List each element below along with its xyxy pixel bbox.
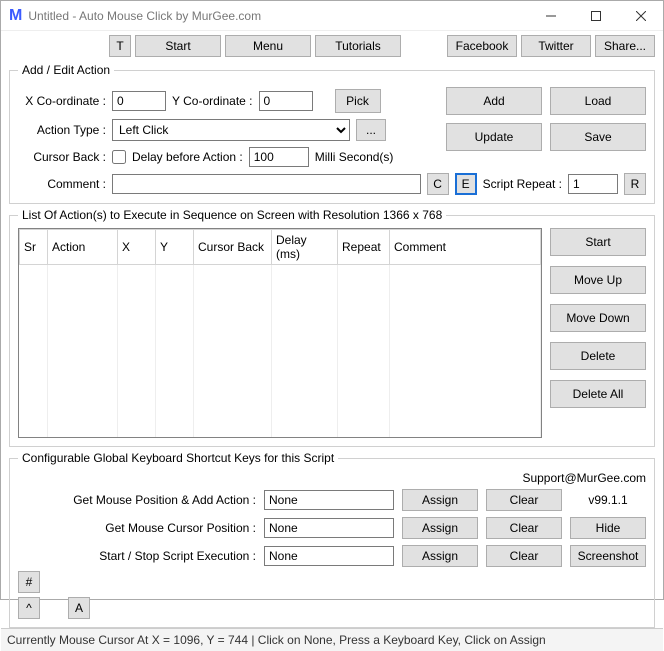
script-repeat-input[interactable] — [568, 174, 618, 194]
y-coord-label: Y Co-ordinate : — [172, 94, 253, 108]
twitter-button[interactable]: Twitter — [521, 35, 591, 57]
shortcut2-label: Get Mouse Cursor Position : — [18, 521, 256, 535]
e-button[interactable]: E — [455, 173, 477, 195]
t-button[interactable]: T — [109, 35, 131, 57]
moveup-button[interactable]: Move Up — [550, 266, 646, 294]
add-edit-fieldset: Add / Edit Action X Co-ordinate : Y Co-o… — [9, 63, 655, 204]
shortcut2-input[interactable] — [264, 518, 394, 538]
table-row[interactable] — [20, 287, 541, 309]
col-comment[interactable]: Comment — [390, 230, 541, 265]
more-button[interactable]: ... — [356, 119, 386, 141]
clear2-button[interactable]: Clear — [486, 517, 562, 539]
comment-input[interactable] — [112, 174, 421, 194]
pick-button[interactable]: Pick — [335, 89, 381, 113]
shortcuts-legend: Configurable Global Keyboard Shortcut Ke… — [18, 451, 338, 465]
c-button[interactable]: C — [427, 173, 449, 195]
titlebar: M Untitled - Auto Mouse Click by MurGee.… — [1, 1, 663, 31]
maximize-button[interactable] — [573, 1, 618, 31]
col-y[interactable]: Y — [156, 230, 194, 265]
cursor-back-checkbox[interactable] — [112, 150, 126, 164]
table-row[interactable] — [20, 331, 541, 353]
col-repeat[interactable]: Repeat — [338, 230, 390, 265]
assign3-button[interactable]: Assign — [402, 545, 478, 567]
load-button[interactable]: Load — [550, 87, 646, 115]
list-legend: List Of Action(s) to Execute in Sequence… — [18, 208, 446, 222]
list-fieldset: List Of Action(s) to Execute in Sequence… — [9, 208, 655, 447]
shortcut1-input[interactable] — [264, 490, 394, 510]
save-button[interactable]: Save — [550, 123, 646, 151]
action-type-label: Action Type : — [18, 123, 106, 137]
table-row[interactable] — [20, 309, 541, 331]
table-row[interactable] — [20, 375, 541, 397]
table-row[interactable] — [20, 419, 541, 439]
shortcuts-fieldset: Configurable Global Keyboard Shortcut Ke… — [9, 451, 655, 628]
comment-label: Comment : — [18, 177, 106, 191]
share-button[interactable]: Share... — [595, 35, 655, 57]
version-label: v99.1.1 — [570, 493, 646, 507]
clear3-button[interactable]: Clear — [486, 545, 562, 567]
col-x[interactable]: X — [118, 230, 156, 265]
add-button[interactable]: Add — [446, 87, 542, 115]
start-button[interactable]: Start — [550, 228, 646, 256]
r-button[interactable]: R — [624, 173, 646, 195]
start-button-top[interactable]: Start — [135, 35, 221, 57]
tutorials-button[interactable]: Tutorials — [315, 35, 401, 57]
x-coord-label: X Co-ordinate : — [18, 94, 106, 108]
update-button[interactable]: Update — [446, 123, 542, 151]
screenshot-button[interactable]: Screenshot — [570, 545, 646, 567]
facebook-button[interactable]: Facebook — [447, 35, 517, 57]
add-edit-legend: Add / Edit Action — [18, 63, 114, 77]
action-type-select[interactable]: Left Click — [112, 119, 350, 141]
col-sr[interactable]: Sr — [20, 230, 48, 265]
movedown-button[interactable]: Move Down — [550, 304, 646, 332]
hash-button[interactable]: # — [18, 571, 40, 593]
delete-button[interactable]: Delete — [550, 342, 646, 370]
x-coord-input[interactable] — [112, 91, 166, 111]
ms-label: Milli Second(s) — [315, 150, 394, 164]
table-row[interactable] — [20, 353, 541, 375]
caret-button[interactable]: ^ — [18, 597, 40, 619]
app-icon: M — [9, 7, 22, 25]
delay-label: Delay before Action : — [132, 150, 243, 164]
col-action[interactable]: Action — [48, 230, 118, 265]
assign1-button[interactable]: Assign — [402, 489, 478, 511]
menu-button[interactable]: Menu — [225, 35, 311, 57]
shortcut3-input[interactable] — [264, 546, 394, 566]
support-link[interactable]: Support@MurGee.com — [522, 471, 646, 485]
table-row[interactable] — [20, 265, 541, 287]
deleteall-button[interactable]: Delete All — [550, 380, 646, 408]
action-table[interactable]: Sr Action X Y Cursor Back Delay (ms) Rep… — [18, 228, 542, 438]
table-row[interactable] — [20, 397, 541, 419]
col-delay[interactable]: Delay (ms) — [272, 230, 338, 265]
shortcut3-label: Start / Stop Script Execution : — [18, 549, 256, 563]
script-repeat-label: Script Repeat : — [483, 177, 562, 191]
close-button[interactable] — [618, 1, 663, 31]
top-toolbar: T Start Menu Tutorials Facebook Twitter … — [9, 35, 655, 57]
shortcut1-label: Get Mouse Position & Add Action : — [18, 493, 256, 507]
a-button[interactable]: A — [68, 597, 90, 619]
minimize-button[interactable] — [528, 1, 573, 31]
hide-button[interactable]: Hide — [570, 517, 646, 539]
status-bar: Currently Mouse Cursor At X = 1096, Y = … — [1, 628, 663, 651]
y-coord-input[interactable] — [259, 91, 313, 111]
clear1-button[interactable]: Clear — [486, 489, 562, 511]
assign2-button[interactable]: Assign — [402, 517, 478, 539]
window-title: Untitled - Auto Mouse Click by MurGee.co… — [28, 9, 528, 23]
delay-input[interactable] — [249, 147, 309, 167]
col-cursor-back[interactable]: Cursor Back — [194, 230, 272, 265]
cursor-back-label: Cursor Back : — [18, 150, 106, 164]
